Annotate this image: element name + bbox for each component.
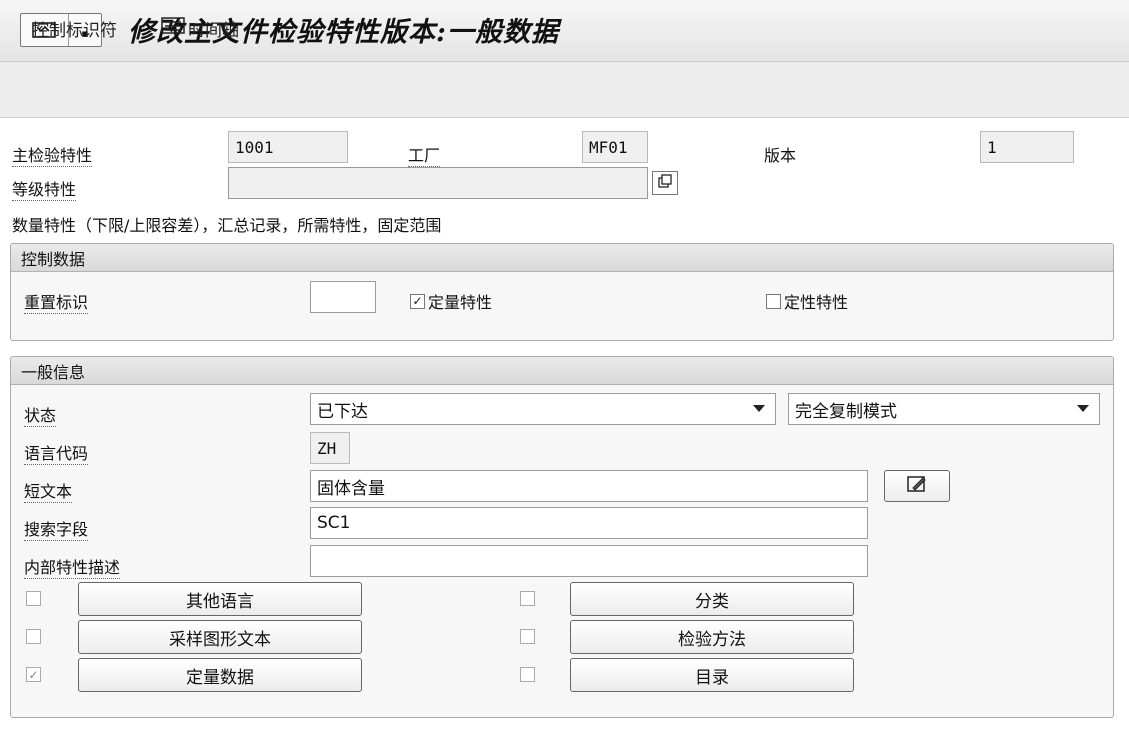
- copy-icon: [657, 173, 673, 193]
- copy-button[interactable]: [652, 171, 678, 195]
- catalog-button[interactable]: 目录: [570, 658, 854, 692]
- application-toolbar: [0, 62, 1129, 118]
- reset-label: 重置标识: [24, 289, 89, 314]
- edit-icon: [905, 474, 929, 499]
- internal-desc-label: 内部特性描述: [24, 554, 121, 579]
- short-text-label: 短文本: [24, 478, 73, 503]
- quantitative-checkbox[interactable]: ✓ 定量特性: [410, 289, 492, 313]
- control-data-title: 控制数据: [11, 244, 1113, 272]
- control-id-button[interactable]: 控制标识符: [32, 16, 117, 41]
- search-field[interactable]: SC1: [310, 507, 868, 539]
- plant-field[interactable]: MF01: [582, 131, 648, 163]
- quantitative-data-button[interactable]: 定量数据: [78, 658, 362, 692]
- timeline-icon: [160, 16, 188, 41]
- copy-mode-value: 完全复制模式: [795, 401, 897, 422]
- quantitative-check-icon: ✓: [410, 293, 425, 309]
- status-label: 状态: [24, 402, 57, 427]
- control-data-group: 控制数据: [10, 243, 1114, 341]
- language-label: 语言代码: [24, 440, 89, 465]
- edit-long-text-button[interactable]: [884, 470, 950, 502]
- version-label: 版本: [764, 146, 797, 165]
- quantitative-label: 定量特性: [428, 293, 493, 312]
- search-label: 搜索字段: [24, 516, 89, 541]
- reset-field[interactable]: [310, 281, 376, 313]
- timeline-button[interactable]: 时间轴: [160, 16, 239, 41]
- language-field[interactable]: ZH: [310, 432, 350, 464]
- inspection-method-indicator: [520, 629, 535, 644]
- chevron-down-icon: [753, 405, 765, 412]
- mic-field[interactable]: 1001: [228, 131, 348, 163]
- inspection-method-button[interactable]: 检验方法: [570, 620, 854, 654]
- classification-indicator: [520, 591, 535, 606]
- status-select[interactable]: 已下达: [310, 393, 776, 425]
- version-field[interactable]: 1: [980, 131, 1074, 163]
- class-char-field[interactable]: [228, 167, 648, 199]
- sampling-graphic-button[interactable]: 采样图形文本: [78, 620, 362, 654]
- other-languages-indicator: [26, 591, 41, 606]
- other-languages-button[interactable]: 其他语言: [78, 582, 362, 616]
- chevron-down-icon: [1077, 405, 1089, 412]
- classification-button[interactable]: 分类: [570, 582, 854, 616]
- qualitative-label: 定性特性: [784, 293, 849, 312]
- catalog-indicator: [520, 667, 535, 682]
- summary-text: 数量特性（下限/上限容差），汇总记录，所需特性，固定范围: [12, 216, 442, 235]
- status-value: 已下达: [317, 401, 368, 422]
- short-text-field[interactable]: 固体含量: [310, 470, 868, 502]
- timeline-label: 时间轴: [188, 21, 239, 41]
- copy-mode-select[interactable]: 完全复制模式: [788, 393, 1100, 425]
- class-char-label: 等级特性: [12, 176, 77, 201]
- mic-label: 主检验特性: [12, 142, 93, 167]
- internal-desc-field[interactable]: [310, 545, 868, 577]
- sampling-graphic-indicator: [26, 629, 41, 644]
- qualitative-checkbox[interactable]: 定性特性: [766, 289, 848, 313]
- plant-label: 工厂: [408, 142, 441, 167]
- quantitative-data-indicator: ✓: [26, 667, 41, 682]
- general-info-title: 一般信息: [11, 357, 1113, 385]
- control-id-label: 控制标识符: [32, 21, 117, 41]
- qualitative-check-icon: [766, 293, 781, 309]
